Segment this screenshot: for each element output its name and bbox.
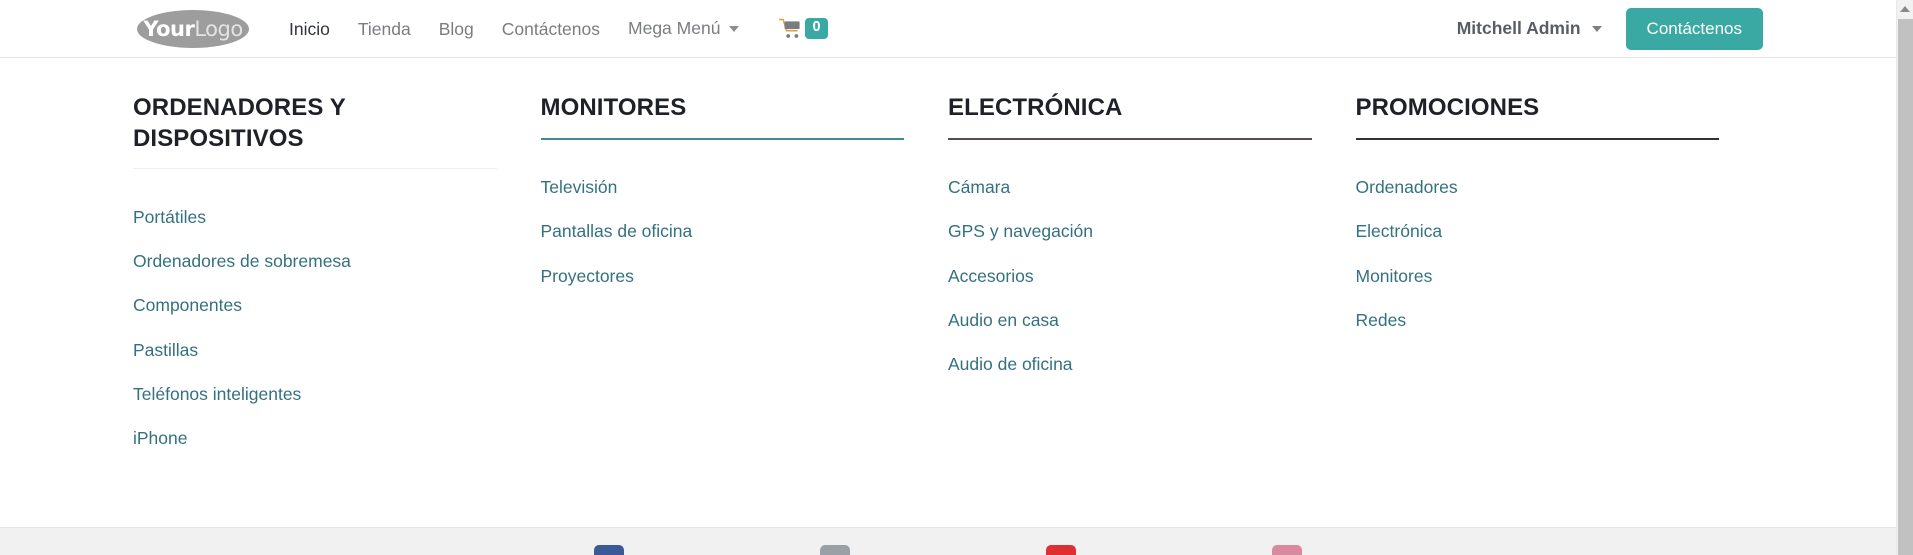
scrollbar-up-button[interactable] — [1897, 0, 1913, 17]
mega-menu-link[interactable]: Accesorios — [948, 254, 1312, 298]
twitter-icon[interactable] — [820, 545, 850, 555]
mega-menu-link[interactable]: Pastillas — [133, 328, 497, 372]
scrollbar-thumb[interactable] — [1898, 19, 1913, 555]
cart-count-badge: 0 — [805, 18, 828, 39]
nav-item-blog[interactable]: Blog — [425, 0, 488, 58]
header-right-group: Mitchell Admin Contáctenos — [1457, 7, 1763, 50]
user-name-label: Mitchell Admin — [1456, 18, 1581, 38]
mega-menu-column-title: MONITORES — [540, 94, 687, 121]
mega-menu-link[interactable]: Audio en casa — [948, 298, 1312, 342]
site-logo[interactable]: YourLogo — [133, 8, 253, 50]
mega-menu-link[interactable]: Audio de oficina — [948, 343, 1312, 387]
mega-menu-link[interactable]: Cámara — [948, 166, 1312, 210]
mega-menu-column-title: PROMOCIONES — [1355, 94, 1540, 121]
scroll-up-arrow-icon — [1900, 5, 1910, 12]
mega-menu-column-title: ELECTRÓNICA — [948, 94, 1123, 121]
youtube-icon[interactable] — [1046, 545, 1076, 555]
mega-menu-column-title: ORDENADORES Y DISPOSITIVOS — [133, 94, 346, 152]
column-divider — [133, 168, 497, 170]
nav-item-contactenos[interactable]: Contáctenos — [488, 0, 614, 58]
logo-text-bold: Your — [143, 16, 195, 41]
vertical-scrollbar[interactable] — [1896, 0, 1913, 555]
user-menu-button[interactable]: Mitchell Admin — [1457, 18, 1602, 39]
mega-menu-column-monitores: MONITORES Televisión Pantallas de oficin… — [540, 93, 949, 527]
chevron-down-icon — [729, 25, 740, 32]
mega-menu-link[interactable]: Ordenadores — [1356, 166, 1720, 210]
mega-menu-link[interactable]: Electrónica — [1356, 210, 1720, 254]
nav-item-inicio[interactable]: Inicio — [275, 0, 344, 58]
mega-menu-link[interactable]: Pantallas de oficina — [541, 210, 905, 254]
mega-menu-link[interactable]: Proyectores — [541, 254, 905, 298]
main-nav: Inicio Tienda Blog Contáctenos Mega Menú… — [275, 0, 828, 58]
mega-menu-link[interactable]: iPhone — [133, 417, 497, 461]
nav-item-mega-menu-label: Mega Menú — [628, 18, 721, 38]
site-header: YourLogo Inicio Tienda Blog Contáctenos … — [0, 0, 1896, 58]
mega-menu-link-list: Ordenadores Electrónica Monitores Redes — [1356, 166, 1720, 343]
chevron-down-icon — [1591, 25, 1602, 32]
social-icon-row — [0, 545, 1896, 555]
mega-menu-link[interactable]: Monitores — [1356, 254, 1720, 298]
mega-menu-column-electronica: ELECTRÓNICA Cámara GPS y navegación Acce… — [948, 93, 1356, 527]
mega-menu-link-list: Portátiles Ordenadores de sobremesa Comp… — [133, 195, 497, 461]
mega-menu-link[interactable]: Ordenadores de sobremesa — [133, 240, 497, 284]
footer-social-strip — [0, 527, 1896, 555]
mega-menu-link-list: Cámara GPS y navegación Accesorios Audio… — [948, 166, 1312, 387]
mega-menu-link[interactable]: Componentes — [133, 284, 497, 328]
mega-menu-link-list: Televisión Pantallas de oficina Proyecto… — [541, 166, 905, 299]
nav-item-mega-menu[interactable]: Mega Menú — [614, 18, 753, 39]
mega-menu-link[interactable]: Teléfonos inteligentes — [133, 372, 497, 416]
logo-text-light: Logo — [194, 16, 243, 41]
column-divider — [948, 137, 1312, 140]
column-divider — [540, 137, 904, 140]
browser-page: YourLogo Inicio Tienda Blog Contáctenos … — [0, 0, 1913, 555]
mega-menu-column-promociones: PROMOCIONES Ordenadores Electrónica Moni… — [1355, 93, 1764, 527]
mega-menu-link[interactable]: Portátiles — [133, 195, 497, 239]
column-divider — [1355, 137, 1719, 140]
page-viewport: YourLogo Inicio Tienda Blog Contáctenos … — [0, 0, 1896, 555]
cart-button[interactable]: 0 — [779, 18, 828, 39]
mega-menu-link[interactable]: Redes — [1356, 298, 1720, 342]
shopping-cart-icon — [779, 18, 801, 38]
logo-text: YourLogo — [143, 16, 243, 41]
contact-cta-button[interactable]: Contáctenos — [1625, 7, 1763, 50]
mega-menu-panel: ORDENADORES Y DISPOSITIVOS Portátiles Or… — [0, 59, 1896, 527]
facebook-icon[interactable] — [594, 545, 624, 555]
instagram-icon[interactable] — [1272, 545, 1302, 555]
mega-menu-link[interactable]: Televisión — [541, 166, 905, 210]
nav-item-tienda[interactable]: Tienda — [344, 0, 425, 58]
mega-menu-link[interactable]: GPS y navegación — [948, 210, 1312, 254]
mega-menu-column-ordenadores: ORDENADORES Y DISPOSITIVOS Portátiles Or… — [133, 93, 541, 527]
